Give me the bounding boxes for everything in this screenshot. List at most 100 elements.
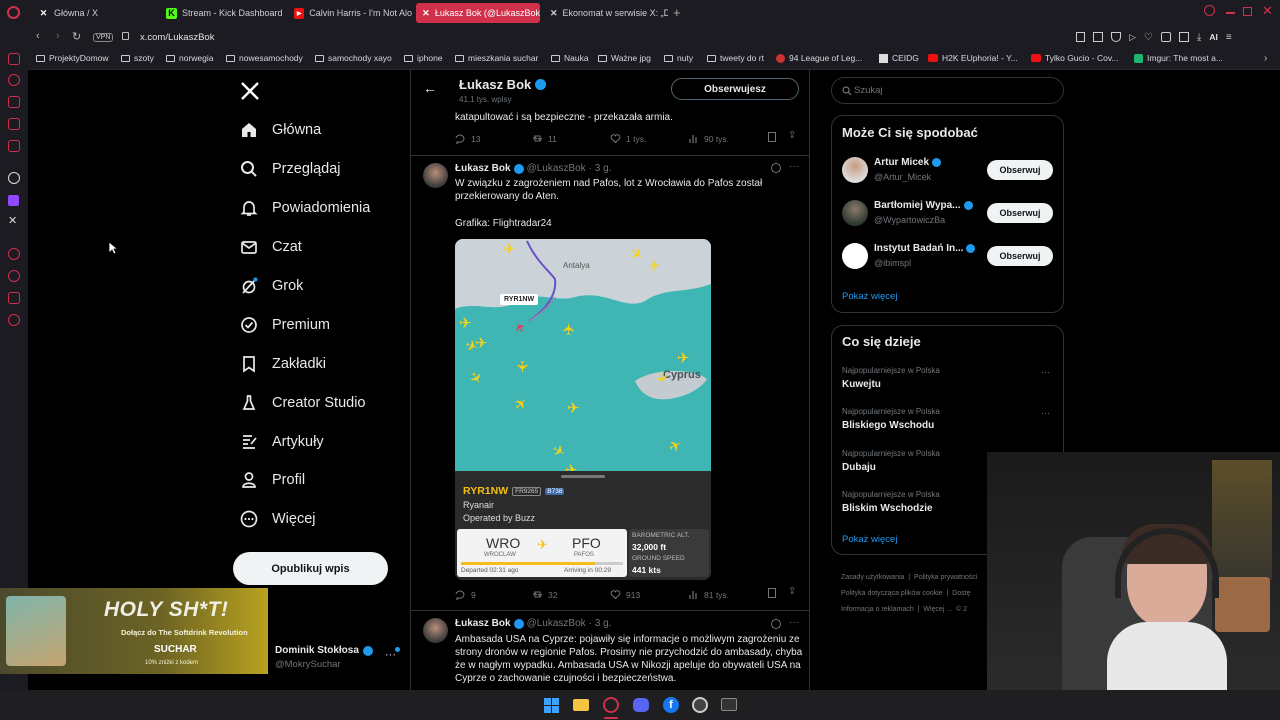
following-button[interactable]: Obserwujesz: [671, 78, 799, 100]
maximize-icon[interactable]: [1243, 7, 1252, 16]
vpn-badge[interactable]: VPN: [93, 33, 114, 42]
views-button[interactable]: 81 tys.: [688, 589, 729, 600]
minimize-icon[interactable]: [1226, 12, 1235, 14]
author-handle[interactable]: @LukaszBok: [527, 618, 586, 629]
extensions-icon[interactable]: [1160, 32, 1171, 42]
workspace-icon[interactable]: [8, 53, 20, 65]
like-button[interactable]: 913: [610, 589, 640, 600]
author-name[interactable]: Łukasz Bok: [455, 163, 511, 174]
views-button[interactable]: 90 tys.: [688, 133, 729, 144]
bookmark-item[interactable]: iphone: [404, 53, 443, 63]
nav-articles[interactable]: Artykuły: [240, 433, 324, 451]
avatar[interactable]: [423, 618, 448, 643]
discord-icon[interactable]: [633, 698, 649, 712]
more-dots-icon[interactable]: ···: [1041, 408, 1050, 418]
download-icon[interactable]: ⤓: [1197, 32, 1201, 43]
bookmark-icon[interactable]: [768, 588, 776, 598]
plane-icon[interactable]: ✈: [459, 316, 472, 331]
nav-home[interactable]: Główna: [240, 121, 321, 139]
new-tab-icon[interactable]: +: [673, 5, 681, 20]
follow-button[interactable]: Obserwuj: [987, 160, 1053, 180]
chatgpt-icon[interactable]: [8, 172, 20, 184]
heart-icon[interactable]: ♡: [1144, 32, 1153, 43]
windows-start-icon[interactable]: [544, 698, 559, 713]
avatar[interactable]: [842, 243, 868, 269]
show-more-link[interactable]: Pokaż więcej: [842, 534, 897, 545]
opera-logo-icon[interactable]: [7, 6, 20, 19]
nav-chat[interactable]: Czat: [240, 238, 302, 256]
footer-link[interactable]: Dostę: [952, 590, 970, 597]
easy-setup-icon[interactable]: [1178, 32, 1189, 42]
bookmark-item[interactable]: Ważne jpg: [598, 53, 651, 63]
trend-item[interactable]: Najpopularniejsze w Polska Kuwejtu ···: [832, 366, 1063, 400]
aria-ai-button[interactable]: AI: [1209, 32, 1218, 43]
bookmark-item[interactable]: ProjektyDomow: [36, 53, 109, 63]
bookmark-item[interactable]: mieszkania suchar: [455, 53, 538, 63]
footer-link[interactable]: © 2: [956, 606, 967, 613]
bookmark-item[interactable]: Imgur: The most a...: [1134, 53, 1223, 63]
tab-ekonomat[interactable]: ✕ Ekonomat w serwisie X: „D: [544, 3, 668, 23]
author-handle[interactable]: @LukaszBok: [527, 163, 586, 174]
messenger-icon[interactable]: [8, 118, 20, 130]
mail-icon[interactable]: [8, 140, 20, 152]
nav-creator-studio[interactable]: Creator Studio: [240, 394, 366, 412]
menu-icon[interactable]: ≡: [1226, 32, 1232, 43]
lock-icon[interactable]: [8, 96, 20, 108]
reload-icon[interactable]: ↻: [72, 30, 81, 43]
tab-kick[interactable]: K Stream - Kick Dashboard: [160, 3, 284, 23]
bookmark-item[interactable]: Nauka: [551, 53, 589, 63]
bookmark-icon[interactable]: [1076, 32, 1085, 42]
footer-link[interactable]: Więcej ...: [923, 606, 952, 613]
tweet-time[interactable]: · 3 g.: [589, 618, 612, 629]
nav-more[interactable]: Więcej: [240, 510, 316, 528]
forward-icon[interactable]: ›: [56, 30, 60, 42]
suggest-user[interactable]: Bartłomiej Wypa... @WypartowiczBa Obserw…: [832, 197, 1063, 233]
bookmarks-overflow-icon[interactable]: ›: [1264, 53, 1267, 64]
tweet-media-image[interactable]: Antalya Cyprus RYR1NW ✈ ✈ ✈ ✈ ✈ ✈ ✈ ✈ ✈ …: [455, 239, 711, 580]
reply-button[interactable]: 9: [455, 589, 476, 600]
follow-button[interactable]: Obserwuj: [987, 246, 1053, 266]
shield-icon[interactable]: [1111, 32, 1121, 42]
bookmark-item[interactable]: norwegia: [166, 53, 214, 63]
bookmark-item[interactable]: samochody xayo: [315, 53, 392, 63]
like-button[interactable]: 1 tys.: [610, 133, 646, 144]
nav-explore[interactable]: Przeglądaj: [240, 160, 341, 178]
nav-premium[interactable]: Premium: [240, 316, 330, 334]
grok-icon[interactable]: [771, 163, 781, 173]
nav-grok[interactable]: Grok: [240, 277, 303, 295]
reply-button[interactable]: 13: [455, 133, 480, 144]
search-tabs-icon[interactable]: [1204, 5, 1215, 16]
more-dots-icon[interactable]: ···: [789, 161, 799, 172]
plane-icon[interactable]: ✈: [513, 360, 530, 373]
footer-link[interactable]: Polityka prywatności: [914, 574, 977, 581]
nav-notifications[interactable]: Powiadomienia: [240, 199, 370, 217]
search-input[interactable]: Szukaj: [831, 77, 1064, 104]
x-logo-icon[interactable]: ✕: [8, 214, 17, 227]
share-icon[interactable]: ⇪: [788, 586, 796, 597]
bookmark-item[interactable]: CEIDG: [879, 53, 919, 63]
bookmark-item[interactable]: nuty: [664, 53, 693, 63]
url-field[interactable]: x.com/LukaszBok: [140, 32, 214, 43]
settings-icon[interactable]: [8, 314, 20, 326]
bookmark-item[interactable]: szoty: [121, 53, 154, 63]
back-icon[interactable]: ‹: [36, 30, 40, 42]
nav-profile[interactable]: Profil: [240, 471, 305, 489]
plane-icon[interactable]: ✈: [567, 401, 580, 416]
history-icon[interactable]: [8, 248, 20, 260]
plane-icon[interactable]: ✈: [648, 259, 661, 274]
bookmark-item[interactable]: Tylko Gucio - Cov...: [1031, 53, 1119, 63]
file-explorer-icon[interactable]: [573, 699, 589, 711]
avatar[interactable]: [423, 163, 448, 188]
nav-bookmarks[interactable]: Zakładki: [240, 355, 326, 373]
extensions-icon[interactable]: [8, 292, 20, 304]
plane-icon[interactable]: ✈: [503, 242, 516, 257]
grok-icon[interactable]: [771, 619, 781, 629]
opera-gx-icon[interactable]: [603, 697, 619, 713]
footer-link[interactable]: Zasady użytkowania: [841, 574, 904, 581]
account-switcher[interactable]: Dominik Stokłosa @MokrySuchar ···: [275, 645, 405, 675]
bookmark-item[interactable]: nowesamochody: [226, 53, 303, 63]
back-arrow-icon[interactable]: ←: [423, 80, 437, 96]
obs-icon[interactable]: [692, 697, 708, 713]
show-more-link[interactable]: Pokaż więcej: [842, 291, 897, 302]
footer-link[interactable]: Polityka dotycząca plików cookie: [841, 590, 943, 597]
